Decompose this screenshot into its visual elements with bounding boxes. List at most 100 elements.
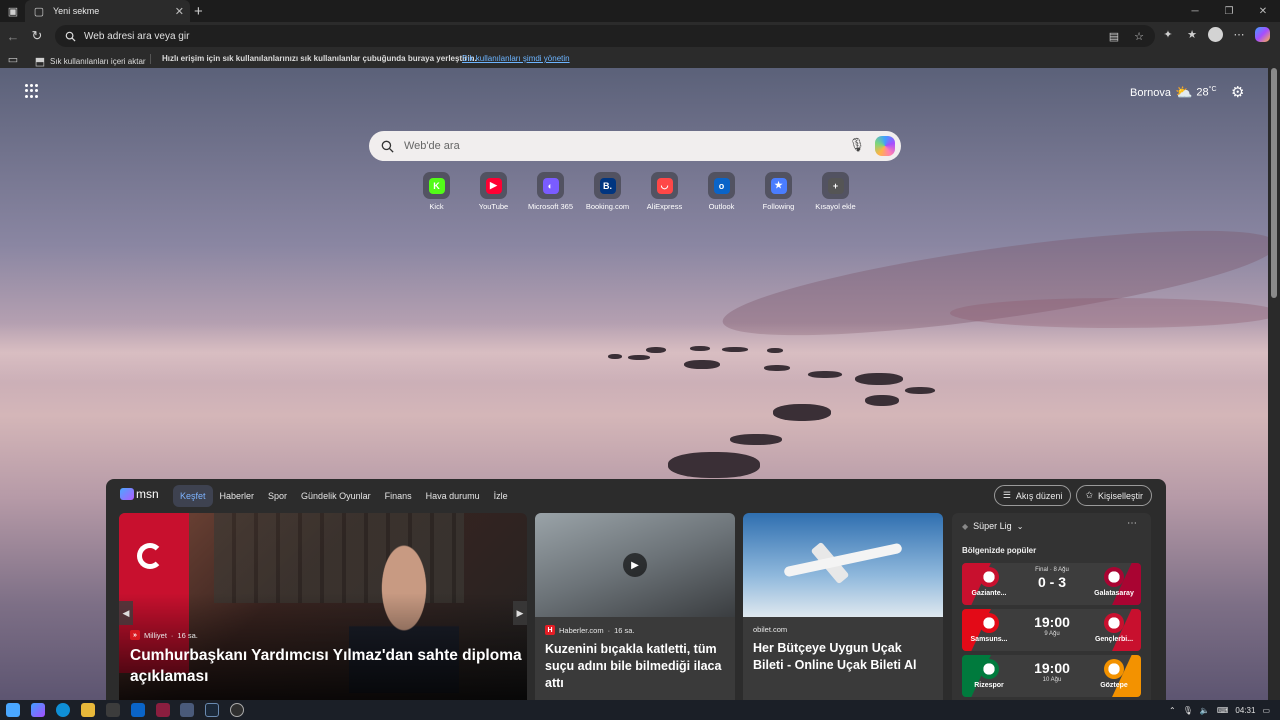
app-launcher-button[interactable] [25,84,39,98]
edge-taskbar-icon[interactable] [56,703,70,717]
tab-actions-icon[interactable]: ▣ [5,3,21,19]
windows-start-icon[interactable] [6,703,20,717]
quick-link[interactable]: ◐ Microsoft 365 [522,172,579,211]
file-explorer-icon[interactable] [81,703,95,717]
tab-bar: ▣ ▢ Yeni sekme ✕ + ─ ❐ ✕ [0,0,1280,22]
microphone-icon[interactable]: 🎙 [848,137,865,153]
personalize-button[interactable]: ✩ Kişiselleştir [1076,485,1152,506]
background-rock [730,434,782,445]
quick-link[interactable]: o Outlook [693,172,750,211]
minimize-button[interactable]: ─ [1178,0,1212,22]
feed-tab[interactable]: Gündelik Oyunlar [294,485,378,507]
quick-link[interactable]: B. Booking.com [579,172,636,211]
new-tab-button[interactable]: + [194,3,203,20]
active-app-icon[interactable] [180,703,194,717]
match-row[interactable]: Rizespor Göztepe 19:00 10 Ağu [962,655,1141,697]
copilot-taskbar-icon[interactable] [31,703,45,717]
clock[interactable]: 04:31 [1235,706,1255,715]
match-info: Final · 8 Ağu 0 - 3 [1012,567,1092,591]
opera-taskbar-icon[interactable] [156,703,170,717]
quick-link[interactable]: + Kısayol ekle [807,172,864,211]
import-favorites-button[interactable]: ⬒ Sık kullanılanları içeri aktar [32,53,146,69]
quick-link[interactable]: ◡ AliExpress [636,172,693,211]
taskbar: ⌃ 🎙 🔈 ⌨ 04:31 ▭ [0,700,1280,720]
quick-link-label: Outlook [708,202,735,211]
favorites-icon[interactable]: ★ [1184,26,1200,42]
chevron-up-icon[interactable]: ⌃ [1169,706,1176,715]
ad-card[interactable]: obilet.com Her Bütçeye Uygun Uçak Bileti… [743,513,943,700]
news-card-source: H Haberler.com · 16 sa. [545,625,725,635]
quick-link-tile: + [822,172,849,199]
feed-layout-button[interactable]: ☰ Akış düzeni [993,485,1072,506]
manage-favorites-link[interactable]: Sık kullanılanları şimdi yönetin [462,54,570,63]
copilot-icon[interactable] [875,136,895,156]
more-options-icon[interactable]: ⋯ [1127,518,1137,529]
scrollbar-thumb[interactable] [1271,68,1277,298]
steam-icon[interactable] [205,703,219,717]
away-team-badge-icon [1104,567,1124,587]
play-icon[interactable]: ▶ [623,553,647,577]
more-options-icon[interactable]: ⋯ [1231,26,1247,42]
favorites-hint: Hızlı erişim için sık kullanılanlarınızı… [162,54,477,63]
store-icon[interactable] [106,703,120,717]
feed-tab[interactable]: Spor [261,485,294,507]
background-rock [628,355,650,360]
close-tab-icon[interactable]: ✕ [175,5,184,18]
feed-tab[interactable]: Haberler [213,485,262,507]
divider [150,54,151,64]
outlook-taskbar-icon[interactable] [131,703,145,717]
page-scrollbar[interactable] [1268,68,1280,700]
restore-button[interactable]: ❐ [1212,0,1246,22]
carousel-next-button[interactable]: ▶ [513,601,527,625]
league-selector[interactable]: ◆ Süper Lig ⌄ [962,521,1023,531]
carousel-prev-button[interactable]: ◀ [119,601,133,625]
immersive-reader-icon[interactable]: ▤ [1106,28,1122,44]
feed-tab[interactable]: Finans [378,485,419,507]
home-team-name: Samsuns... [970,636,1008,643]
msn-logo[interactable]: msn [120,487,159,501]
back-button[interactable]: ← [1,24,25,48]
gear-icon[interactable]: ⚙ [1231,83,1244,101]
microphone-icon[interactable]: 🎙 [1183,706,1193,715]
refresh-button[interactable]: ↻ [25,24,49,48]
quick-link-label: Following [762,202,795,211]
background-rock [764,365,790,371]
copilot-icon[interactable] [1255,26,1270,42]
speaker-icon[interactable]: 🔈 [1200,706,1210,715]
close-window-button[interactable]: ✕ [1246,0,1280,22]
search-placeholder: Web'de ara [404,140,460,152]
feed-tab[interactable]: İzle [487,485,515,507]
background-rock [855,373,903,385]
quick-link[interactable]: K Kick [408,172,465,211]
tab-new-tab[interactable]: ▢ Yeni sekme ✕ [25,0,190,22]
extensions-icon[interactable]: ✦ [1160,26,1176,42]
hero-news-card[interactable]: ◀ ▶ » Milliyet · 16 sa. Cumhurbaşkanı Ya… [119,513,527,700]
feed-tab[interactable]: Hava durumu [419,485,487,507]
favorite-star-icon[interactable]: ☆ [1131,28,1147,44]
personalize-label: Kişiselleştir [1097,490,1143,501]
weather-widget[interactable]: Bornova ⛅ 28°C [1130,84,1217,101]
notification-icon[interactable]: ▭ [1262,706,1270,715]
address-bar[interactable]: Web adresi ara veya gir ▤ ☆ [55,25,1155,47]
feed-actions: ☰ Akış düzeni ✩ Kişiselleştir [993,485,1152,506]
match-score: 0 - 3 [1037,574,1066,590]
news-card[interactable]: ▶ H Haberler.com · 16 sa. Kuzenini bıçak… [535,513,735,700]
sidebar-toggle-icon[interactable]: ▭ [5,51,21,67]
quick-link[interactable]: ▶ YouTube [465,172,522,211]
keyboard-icon[interactable]: ⌨ [1217,706,1229,715]
quick-link-tile: ◡ [651,172,678,199]
app-taskbar-icon[interactable] [230,703,244,717]
quick-link-tile: ★ [765,172,792,199]
match-info: 19:00 9 Ağu [1012,613,1092,637]
match-row[interactable]: Samsuns... Gençlerbi... 19:00 9 Ağu [962,609,1141,651]
match-row[interactable]: Gaziante... Galatasaray Final · 8 Ağu 0 - 3 [962,563,1141,605]
background-rock [690,346,710,351]
quick-link[interactable]: ★ Following [750,172,807,211]
import-favorites-label: Sık kullanılanları içeri aktar [50,56,146,66]
feed-tab[interactable]: Keşfet [173,485,213,507]
web-search-box[interactable]: Web'de ara 🎙 [369,131,901,161]
background-rock [905,387,935,394]
news-card-title: Kuzenini bıçakla katletti, tüm suçu adın… [545,642,722,690]
profile-avatar[interactable] [1208,26,1223,42]
background-rock [684,360,720,369]
